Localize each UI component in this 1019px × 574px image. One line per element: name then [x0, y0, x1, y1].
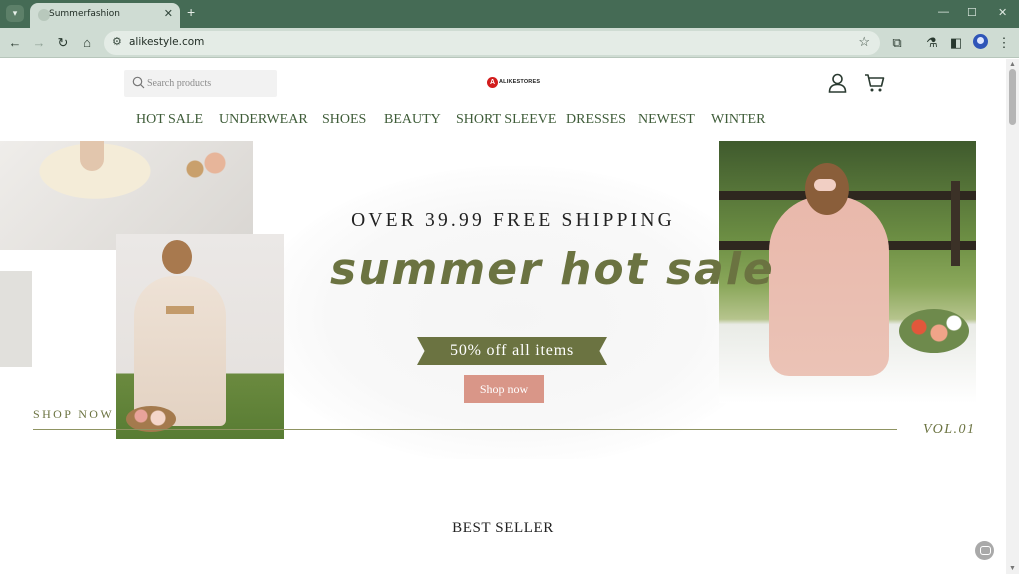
photo-body-shape [769, 196, 889, 376]
maximize-icon[interactable]: ☐ [967, 6, 977, 19]
browser-toolbar: ← → ↻ ⌂ ⚙ alikestyle.com ☆ ⧉ ⚗ ◧ ⋮ [0, 28, 1019, 58]
decorative-gray-block [0, 271, 32, 367]
account-icon[interactable] [828, 73, 847, 93]
discount-text: 50% off all items [450, 342, 574, 359]
extensions-icon[interactable]: ⧉ [888, 34, 906, 52]
search-icon [132, 76, 145, 89]
discount-ribbon: 50% off all items [417, 337, 607, 365]
reload-icon[interactable]: ↻ [54, 34, 72, 52]
photo-book-shape [166, 306, 194, 314]
banner-divider [33, 429, 897, 430]
minimize-icon[interactable]: — [938, 6, 949, 18]
bookmark-star-icon[interactable]: ☆ [858, 34, 870, 50]
cart-icon[interactable] [864, 73, 885, 93]
scrollbar-thumb[interactable] [1009, 69, 1016, 125]
search-box[interactable] [124, 70, 277, 97]
banner-photo-model-dress [116, 234, 284, 439]
close-window-icon[interactable]: ✕ [998, 6, 1007, 19]
scroll-up-icon[interactable]: ▲ [1009, 61, 1016, 68]
page-viewport: A ALIKESTORES HOT SALE UNDERWEAR SHOES B… [0, 59, 1019, 574]
logo-text: ALIKESTORES [499, 79, 541, 85]
hero-banner: OVER 39.99 FREE SHIPPING summer hot sale… [0, 141, 1006, 459]
address-bar[interactable]: ⚙ alikestyle.com ☆ [104, 31, 880, 55]
profile-avatar-icon[interactable] [973, 34, 988, 49]
photo-head-shape [162, 240, 192, 274]
nav-item-dresses[interactable]: DRESSES [566, 112, 626, 128]
nav-item-hot-sale[interactable]: HOT SALE [136, 112, 203, 128]
site-info-icon[interactable]: ⚙ [112, 35, 122, 48]
back-arrow-icon[interactable]: ← [6, 34, 24, 52]
photo-hair-bow-shape [814, 179, 836, 191]
tab-close-icon[interactable]: ✕ [164, 7, 173, 20]
sale-headline: summer hot sale [330, 244, 775, 295]
photo-dress-shape [134, 276, 226, 426]
tab-search-button[interactable]: ▾ [6, 5, 24, 22]
new-tab-button[interactable]: + [187, 4, 195, 20]
logo-mark: A [487, 76, 498, 88]
volume-label: VOL.01 [923, 422, 976, 437]
chat-support-icon[interactable] [975, 541, 994, 560]
side-panel-icon[interactable]: ◧ [947, 34, 965, 52]
nav-item-underwear[interactable]: UNDERWEAR [219, 112, 308, 128]
best-seller-heading: BEST SELLER [452, 520, 554, 536]
nav-item-shoes[interactable]: SHOES [322, 112, 366, 128]
photo-arm-shape [80, 141, 104, 171]
tab-title: Summerfashion [49, 9, 120, 19]
browser-titlebar: ▾ Summerfashion ✕ + — ☐ ✕ [0, 0, 1019, 28]
search-input[interactable] [147, 75, 267, 92]
browser-menu-icon[interactable]: ⋮ [995, 34, 1013, 52]
shop-now-button[interactable]: Shop now [464, 375, 544, 403]
labs-flask-icon[interactable]: ⚗ [923, 34, 941, 52]
nav-item-newest[interactable]: NEWEST [638, 112, 695, 128]
free-shipping-text: OVER 39.99 FREE SHIPPING [351, 210, 675, 231]
photo-bouquet-shape [899, 309, 969, 353]
nav-item-beauty[interactable]: BEAUTY [384, 112, 441, 128]
browser-tab-active[interactable]: Summerfashion ✕ [30, 3, 180, 28]
photo-fence-post [951, 181, 960, 266]
shop-now-link[interactable]: SHOP NOW [33, 407, 114, 422]
nav-item-winter[interactable]: WINTER [711, 112, 765, 128]
scroll-down-icon[interactable]: ▼ [1009, 565, 1016, 572]
home-icon[interactable]: ⌂ [78, 34, 96, 52]
page-scrollbar[interactable]: ▲ ▼ [1006, 59, 1019, 574]
nav-item-short-sleeve[interactable]: SHORT SLEEVE [456, 112, 556, 128]
address-url: alikestyle.com [129, 36, 205, 48]
forward-arrow-icon[interactable]: → [30, 34, 48, 52]
store-logo[interactable]: A ALIKESTORES [487, 75, 540, 89]
